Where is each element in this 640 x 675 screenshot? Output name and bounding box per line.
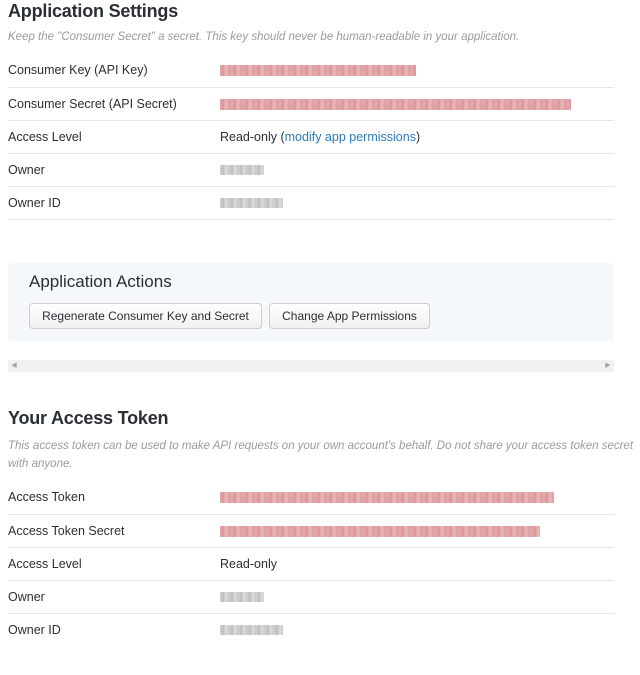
access-level-row: Access Level Read-only (modify app permi… [8,120,614,153]
access-token-value[interactable] [220,481,614,514]
token-owner-row: Owner [8,580,614,613]
app-settings-title: Application Settings [8,1,179,21]
redacted-token-owner [220,592,264,603]
token-owner-value [220,580,614,613]
redacted-access-token-secret [220,525,540,537]
token-owner-id-value [220,613,614,646]
access-token-description: This access token can be used to make AP… [8,440,634,470]
redacted-owner-id [220,198,283,209]
consumer-secret-label: Consumer Secret (API Secret) [8,96,177,111]
access-level-text: Read-only [220,129,277,144]
token-access-level-row: Access Level Read-only [8,547,614,580]
access-token-secret-value[interactable] [220,514,614,547]
owner-row: Owner [8,153,614,186]
token-owner-label: Owner [8,589,45,604]
redacted-consumer-key [220,65,416,77]
owner-id-label: Owner ID [8,195,61,210]
owner-id-row: Owner ID [8,186,614,219]
redacted-owner [220,165,264,176]
redacted-token-owner-id [220,625,283,636]
owner-value [220,153,614,186]
horizontal-scrollbar[interactable]: ◀ ▶ [8,360,614,372]
consumer-key-label: Consumer Key (API Key) [8,63,148,78]
redacted-access-token [220,492,554,504]
app-settings-table: Consumer Key (API Key) Consumer Secret (… [8,54,614,220]
app-settings-description: Keep the "Consumer Secret" a secret. Thi… [8,31,520,43]
access-token-row: Access Token [8,481,614,514]
consumer-key-value[interactable] [220,54,614,87]
scroll-right-arrow-icon[interactable]: ▶ [602,360,614,372]
change-app-permissions-button[interactable]: Change App Permissions [269,303,430,329]
owner-id-value [220,186,614,219]
access-token-secret-row: Access Token Secret [8,514,614,547]
token-access-level-value: Read-only [220,556,277,571]
application-actions-panel: Application Actions Regenerate Consumer … [8,263,614,341]
consumer-secret-row: Consumer Secret (API Secret) [8,87,614,120]
access-token-table: Access Token Access Token Secret Access … [8,481,614,646]
access-token-title: Your Access Token [8,408,169,428]
access-token-secret-label: Access Token Secret [8,523,125,538]
application-actions-title: Application Actions [29,272,172,291]
token-owner-id-row: Owner ID [8,613,614,646]
consumer-secret-value[interactable] [220,87,614,120]
access-level-value: Read-only (modify app permissions) [220,120,614,153]
access-token-label: Access Token [8,490,85,505]
modify-app-permissions-link[interactable]: modify app permissions [285,130,416,144]
token-access-level-label: Access Level [8,556,82,571]
token-owner-id-label: Owner ID [8,622,61,637]
owner-label: Owner [8,162,45,177]
scroll-left-arrow-icon[interactable]: ◀ [8,360,20,372]
access-level-label: Access Level [8,129,82,144]
consumer-key-row: Consumer Key (API Key) [8,54,614,87]
regenerate-consumer-key-button[interactable]: Regenerate Consumer Key and Secret [29,303,262,329]
redacted-consumer-secret [220,98,571,110]
paren-close: ) [415,129,421,144]
